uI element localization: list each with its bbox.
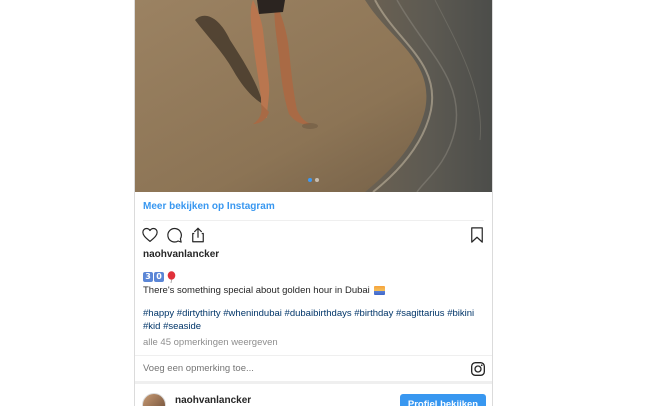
heart-icon[interactable]: [141, 226, 159, 244]
sunset-icon: [373, 286, 385, 295]
keycap-digit: 0: [154, 272, 164, 282]
post-caption: There's something special about golden h…: [143, 285, 385, 296]
instagram-embed-card: Meer bekijken op Instagram naohvanlancke…: [134, 0, 493, 406]
view-all-comments-link[interactable]: alle 45 opmerkingen weergeven: [143, 337, 278, 348]
post-actions: [141, 226, 207, 244]
view-more-on-instagram-link[interactable]: Meer bekijken op Instagram: [143, 201, 275, 212]
post-username[interactable]: naohvanlancker: [143, 249, 219, 260]
beach-photo-image: [135, 0, 492, 192]
comment-icon[interactable]: [165, 226, 183, 244]
share-icon[interactable]: [189, 226, 207, 244]
balloon-icon: [167, 271, 176, 283]
post-hashtags[interactable]: #happy #dirtythirty #whenindubai #dubaib…: [143, 308, 483, 333]
divider: [135, 355, 492, 356]
profile-footer: naohvanlancker Profiel bekijken: [135, 381, 492, 406]
bookmark-icon[interactable]: [468, 226, 486, 244]
divider: [143, 220, 484, 221]
avatar[interactable]: [142, 393, 166, 406]
carousel-dots: [308, 178, 319, 182]
carousel-dot-active: [308, 178, 312, 182]
carousel-dot: [315, 178, 319, 182]
post-photo[interactable]: [135, 0, 492, 192]
instagram-icon[interactable]: [470, 361, 486, 377]
view-profile-button[interactable]: Profiel bekijken: [400, 394, 486, 406]
add-comment-input[interactable]: [143, 363, 443, 374]
keycap-digit: 3: [143, 272, 153, 282]
footer-username[interactable]: naohvanlancker: [175, 395, 251, 406]
caption-emoji-line: 3 0: [143, 271, 176, 283]
caption-text: There's something special about golden h…: [143, 285, 370, 296]
